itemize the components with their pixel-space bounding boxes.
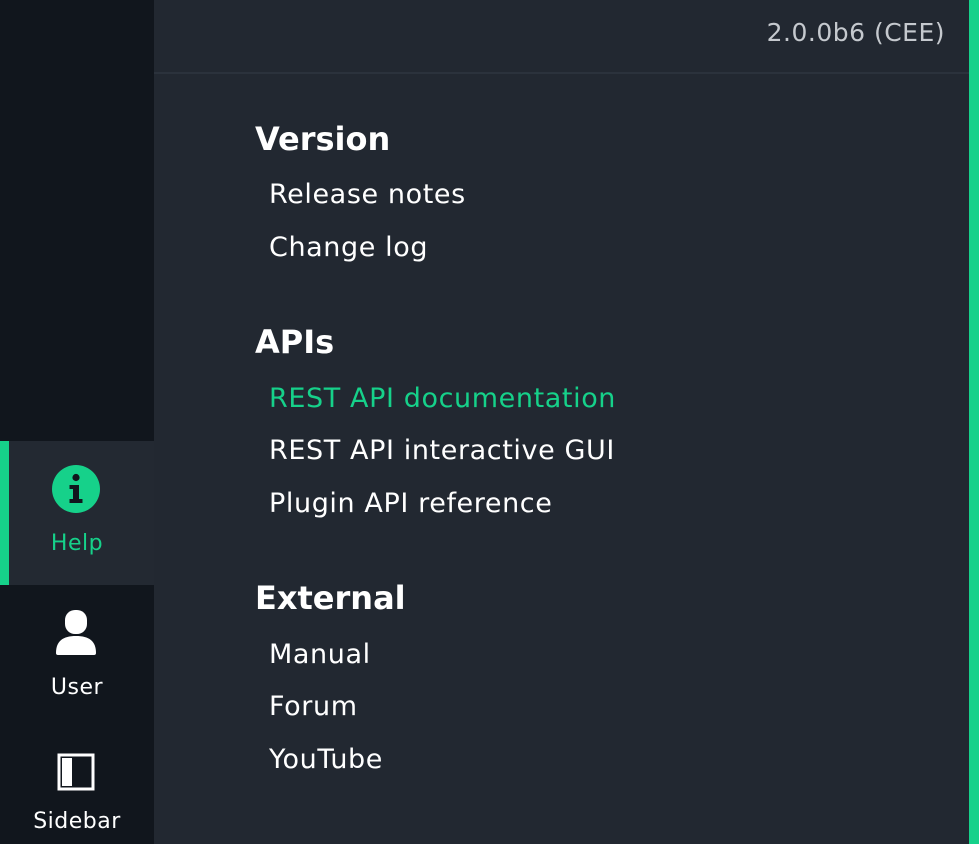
version-label: 2.0.0b6 (CEE) <box>766 18 945 47</box>
manual-link[interactable]: Manual <box>269 639 371 670</box>
rest-api-gui-link[interactable]: REST API interactive GUI <box>269 435 615 466</box>
nav-label-user: User <box>50 675 104 700</box>
section-title-external: External <box>255 579 406 617</box>
info-circle-icon <box>52 465 100 513</box>
section-title-apis: APIs <box>255 323 335 361</box>
nav-label-help: Help <box>50 531 104 556</box>
help-menu-panel: 2.0.0b6 (CEE) Version Release notes Chan… <box>154 0 969 844</box>
nav-rail: Help User Sidebar <box>0 0 154 844</box>
nav-item-help[interactable]: Help <box>0 441 154 585</box>
release-notes-link[interactable]: Release notes <box>269 179 466 210</box>
nav-item-user[interactable]: User <box>0 585 154 729</box>
forum-link[interactable]: Forum <box>269 691 358 722</box>
section-title-version: Version <box>255 120 391 158</box>
active-indicator <box>0 441 9 585</box>
plugin-api-reference-link[interactable]: Plugin API reference <box>269 488 552 519</box>
nav-item-sidebar[interactable]: Sidebar <box>0 729 154 844</box>
rest-api-docs-link[interactable]: REST API documentation <box>269 383 616 414</box>
sidebar-toggle-icon <box>57 753 95 791</box>
change-log-link[interactable]: Change log <box>269 232 428 263</box>
scroll-accent-bar <box>969 0 979 844</box>
youtube-link[interactable]: YouTube <box>269 744 383 775</box>
user-icon <box>56 610 96 655</box>
nav-label-sidebar: Sidebar <box>33 809 121 834</box>
panel-header: 2.0.0b6 (CEE) <box>154 0 969 74</box>
